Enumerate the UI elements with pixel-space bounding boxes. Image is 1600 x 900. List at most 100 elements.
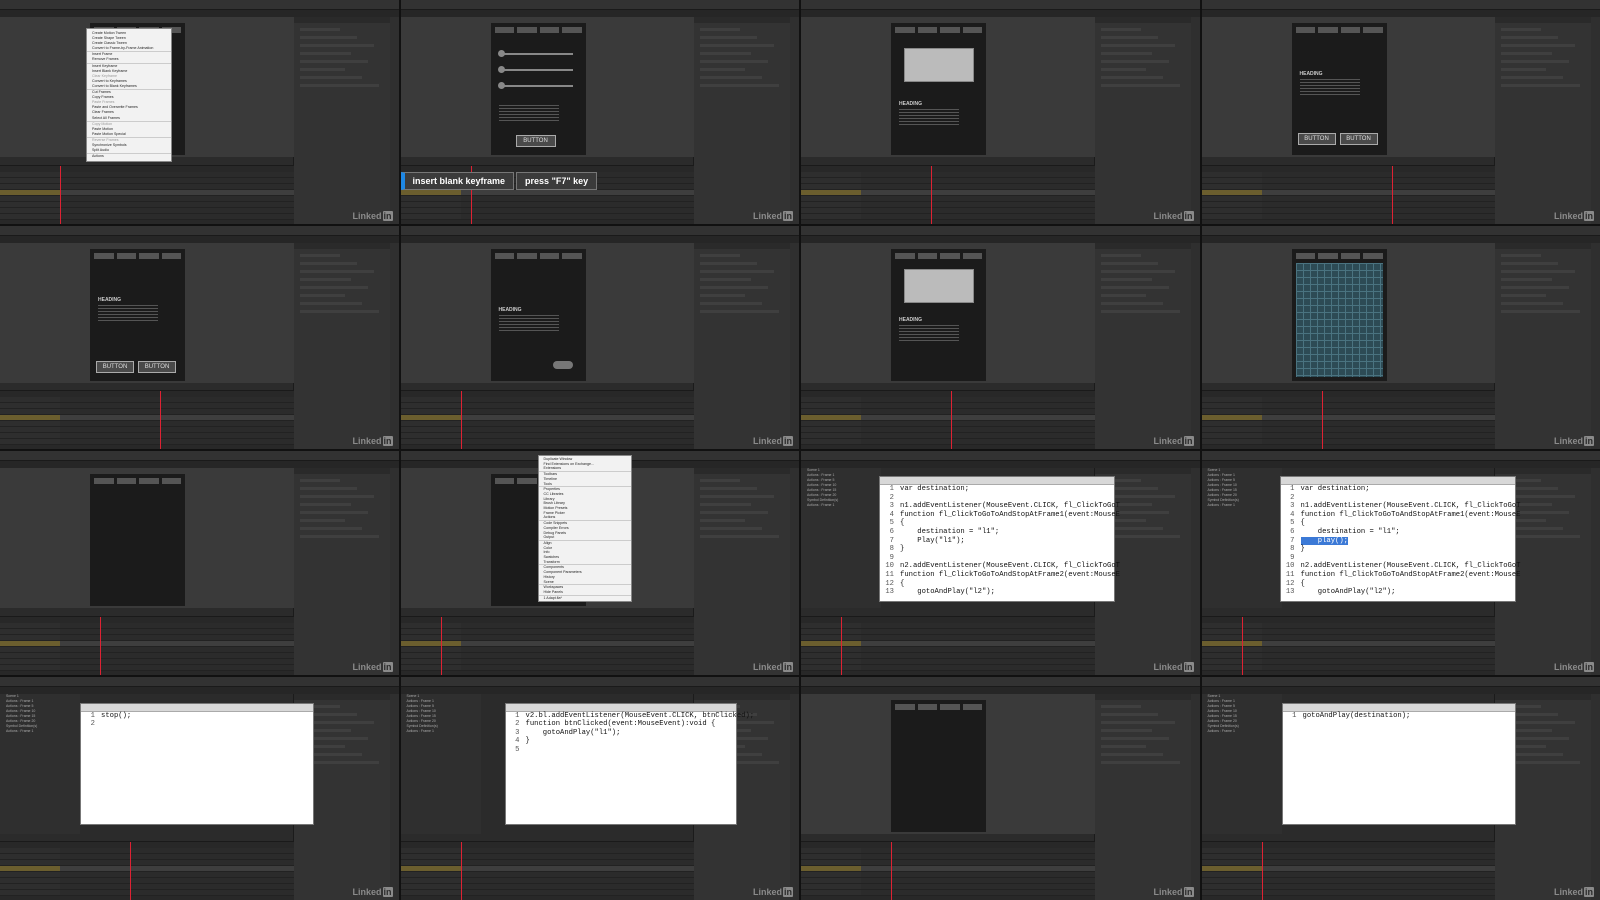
timeline-layer-row[interactable] (0, 890, 294, 896)
property-row[interactable] (1100, 269, 1175, 273)
code-line[interactable]: 1 var destination; (880, 485, 1114, 494)
timeline-panel[interactable] (801, 390, 1095, 449)
timeline-panel[interactable] (1201, 841, 1495, 900)
nav-tab[interactable] (1363, 252, 1383, 259)
property-row[interactable] (299, 309, 379, 313)
tools-panel[interactable] (789, 693, 799, 900)
property-row[interactable] (700, 511, 768, 514)
artboard[interactable]: HEADING (891, 23, 986, 155)
property-row[interactable] (299, 52, 351, 55)
nav-tab[interactable] (562, 27, 582, 33)
timeline-panel[interactable] (400, 390, 694, 449)
timeline-layer-row[interactable] (801, 664, 1095, 671)
timeline-panel[interactable] (801, 164, 1095, 224)
playhead[interactable] (160, 391, 161, 449)
stage[interactable]: HEADING (801, 242, 1095, 383)
prototype-button[interactable]: BUTTON (96, 360, 134, 373)
timeline-layer-row[interactable] (801, 213, 1095, 220)
property-row[interactable] (1100, 309, 1180, 313)
code-line[interactable]: 4 function fl_ClickToGoToAndStopAtFrame1(… (1281, 511, 1520, 520)
property-row[interactable] (1100, 277, 1152, 281)
property-row[interactable] (1501, 28, 1541, 31)
property-row[interactable] (299, 527, 362, 530)
property-row[interactable] (1100, 253, 1141, 257)
artboard[interactable]: HEADING BUTTON BUTTON (1291, 23, 1387, 155)
property-row[interactable] (299, 285, 368, 289)
timeline-layer-row[interactable] (1201, 439, 1495, 445)
context-menu-item[interactable]: Actions (87, 154, 171, 159)
property-row[interactable] (1100, 261, 1158, 265)
property-row[interactable] (700, 253, 740, 257)
property-row[interactable] (700, 68, 745, 71)
property-row[interactable] (299, 68, 345, 71)
code-line[interactable]: 5{ (880, 519, 1114, 528)
nav-tab[interactable] (1318, 252, 1338, 259)
timeline-panel[interactable] (801, 615, 1095, 675)
code-line[interactable]: 8} (880, 545, 1114, 554)
nav-tab[interactable] (539, 252, 559, 259)
document-tab[interactable]: Scene 1 (400, 10, 799, 24)
document-tab[interactable]: Scene 1 (0, 461, 399, 475)
prototype-grid-layer[interactable] (1295, 262, 1383, 377)
property-row[interactable] (1100, 285, 1169, 289)
property-row[interactable] (299, 479, 340, 482)
property-row[interactable] (299, 36, 357, 39)
property-row[interactable] (700, 301, 762, 305)
property-row[interactable] (1100, 704, 1141, 708)
nav-tab[interactable] (139, 478, 159, 484)
tools-panel[interactable] (1189, 468, 1200, 675)
nav-tab[interactable] (94, 252, 114, 259)
playhead[interactable] (951, 391, 952, 449)
nav-tab[interactable] (517, 478, 537, 484)
actions-tree-panel[interactable]: Scene 1 Actions : Frame 1 Actions : Frame … (400, 693, 481, 834)
artboard[interactable] (1291, 248, 1387, 381)
property-row[interactable] (1100, 28, 1141, 31)
actions-tree-item[interactable]: Actions : Frame 1 (1202, 729, 1282, 734)
code-line[interactable]: 4 function fl_ClickToGoToAndStopAtFrame1(… (880, 511, 1120, 520)
actions-code-panel[interactable]: 1 var destination; 2 3 n1.addEventListener(M… (879, 476, 1120, 602)
playhead[interactable] (1321, 391, 1323, 449)
nav-tab[interactable] (116, 252, 136, 259)
property-row[interactable] (1501, 269, 1575, 273)
property-row[interactable] (700, 285, 768, 289)
property-row[interactable] (700, 44, 774, 47)
window-menu-item[interactable]: 1 Adapt.fla* (539, 596, 631, 601)
code-line[interactable]: 7 Play("l1"); (880, 537, 1114, 546)
property-row[interactable] (1501, 301, 1563, 305)
nav-tab[interactable] (494, 478, 514, 484)
actions-tree-panel[interactable]: Scene 1 Actions : Frame 1 Actions : Frame … (1201, 693, 1282, 834)
property-row[interactable] (1501, 285, 1569, 289)
code-line[interactable]: 1 stop(); (81, 712, 313, 721)
document-tab[interactable]: Scene 1 (400, 686, 799, 701)
property-row[interactable] (700, 60, 768, 63)
tools-panel[interactable] (1590, 242, 1600, 449)
prototype-button[interactable]: BUTTON (1297, 133, 1336, 145)
tools-panel[interactable] (388, 468, 399, 675)
property-row[interactable] (299, 487, 357, 490)
property-row[interactable] (1501, 293, 1546, 297)
actions-code-panel[interactable]: 1 stop(); 2 (80, 702, 314, 825)
property-row[interactable] (1100, 736, 1169, 740)
actions-tree-item[interactable]: Actions : Frame 1 (1202, 503, 1282, 508)
tools-panel[interactable] (789, 17, 799, 224)
timeline-layer-row[interactable] (400, 890, 694, 896)
code-line[interactable]: 5{ (1281, 519, 1515, 528)
nav-tab[interactable] (962, 703, 982, 710)
tools-panel[interactable] (388, 693, 399, 900)
property-row[interactable] (700, 535, 779, 538)
property-row[interactable] (1100, 44, 1175, 47)
property-row[interactable] (1501, 84, 1580, 87)
document-tab[interactable]: Scene 1 (1201, 235, 1600, 250)
stage[interactable]: HEADING (400, 242, 694, 383)
tools-panel[interactable] (1590, 468, 1600, 675)
actions-code-panel[interactable]: 1 var destination; 2 3 n1.addEventListener(M… (1279, 476, 1520, 602)
property-row[interactable] (1501, 52, 1552, 55)
stage[interactable]: HEADING (801, 17, 1095, 157)
property-row[interactable] (299, 293, 345, 297)
nav-tab[interactable] (917, 27, 937, 33)
timeline-panel[interactable] (0, 841, 294, 900)
property-row[interactable] (299, 495, 374, 498)
timeline-layer-row[interactable] (801, 439, 1095, 445)
document-tab[interactable]: Scene 1 (1201, 686, 1600, 701)
nav-tab[interactable] (1340, 252, 1360, 259)
